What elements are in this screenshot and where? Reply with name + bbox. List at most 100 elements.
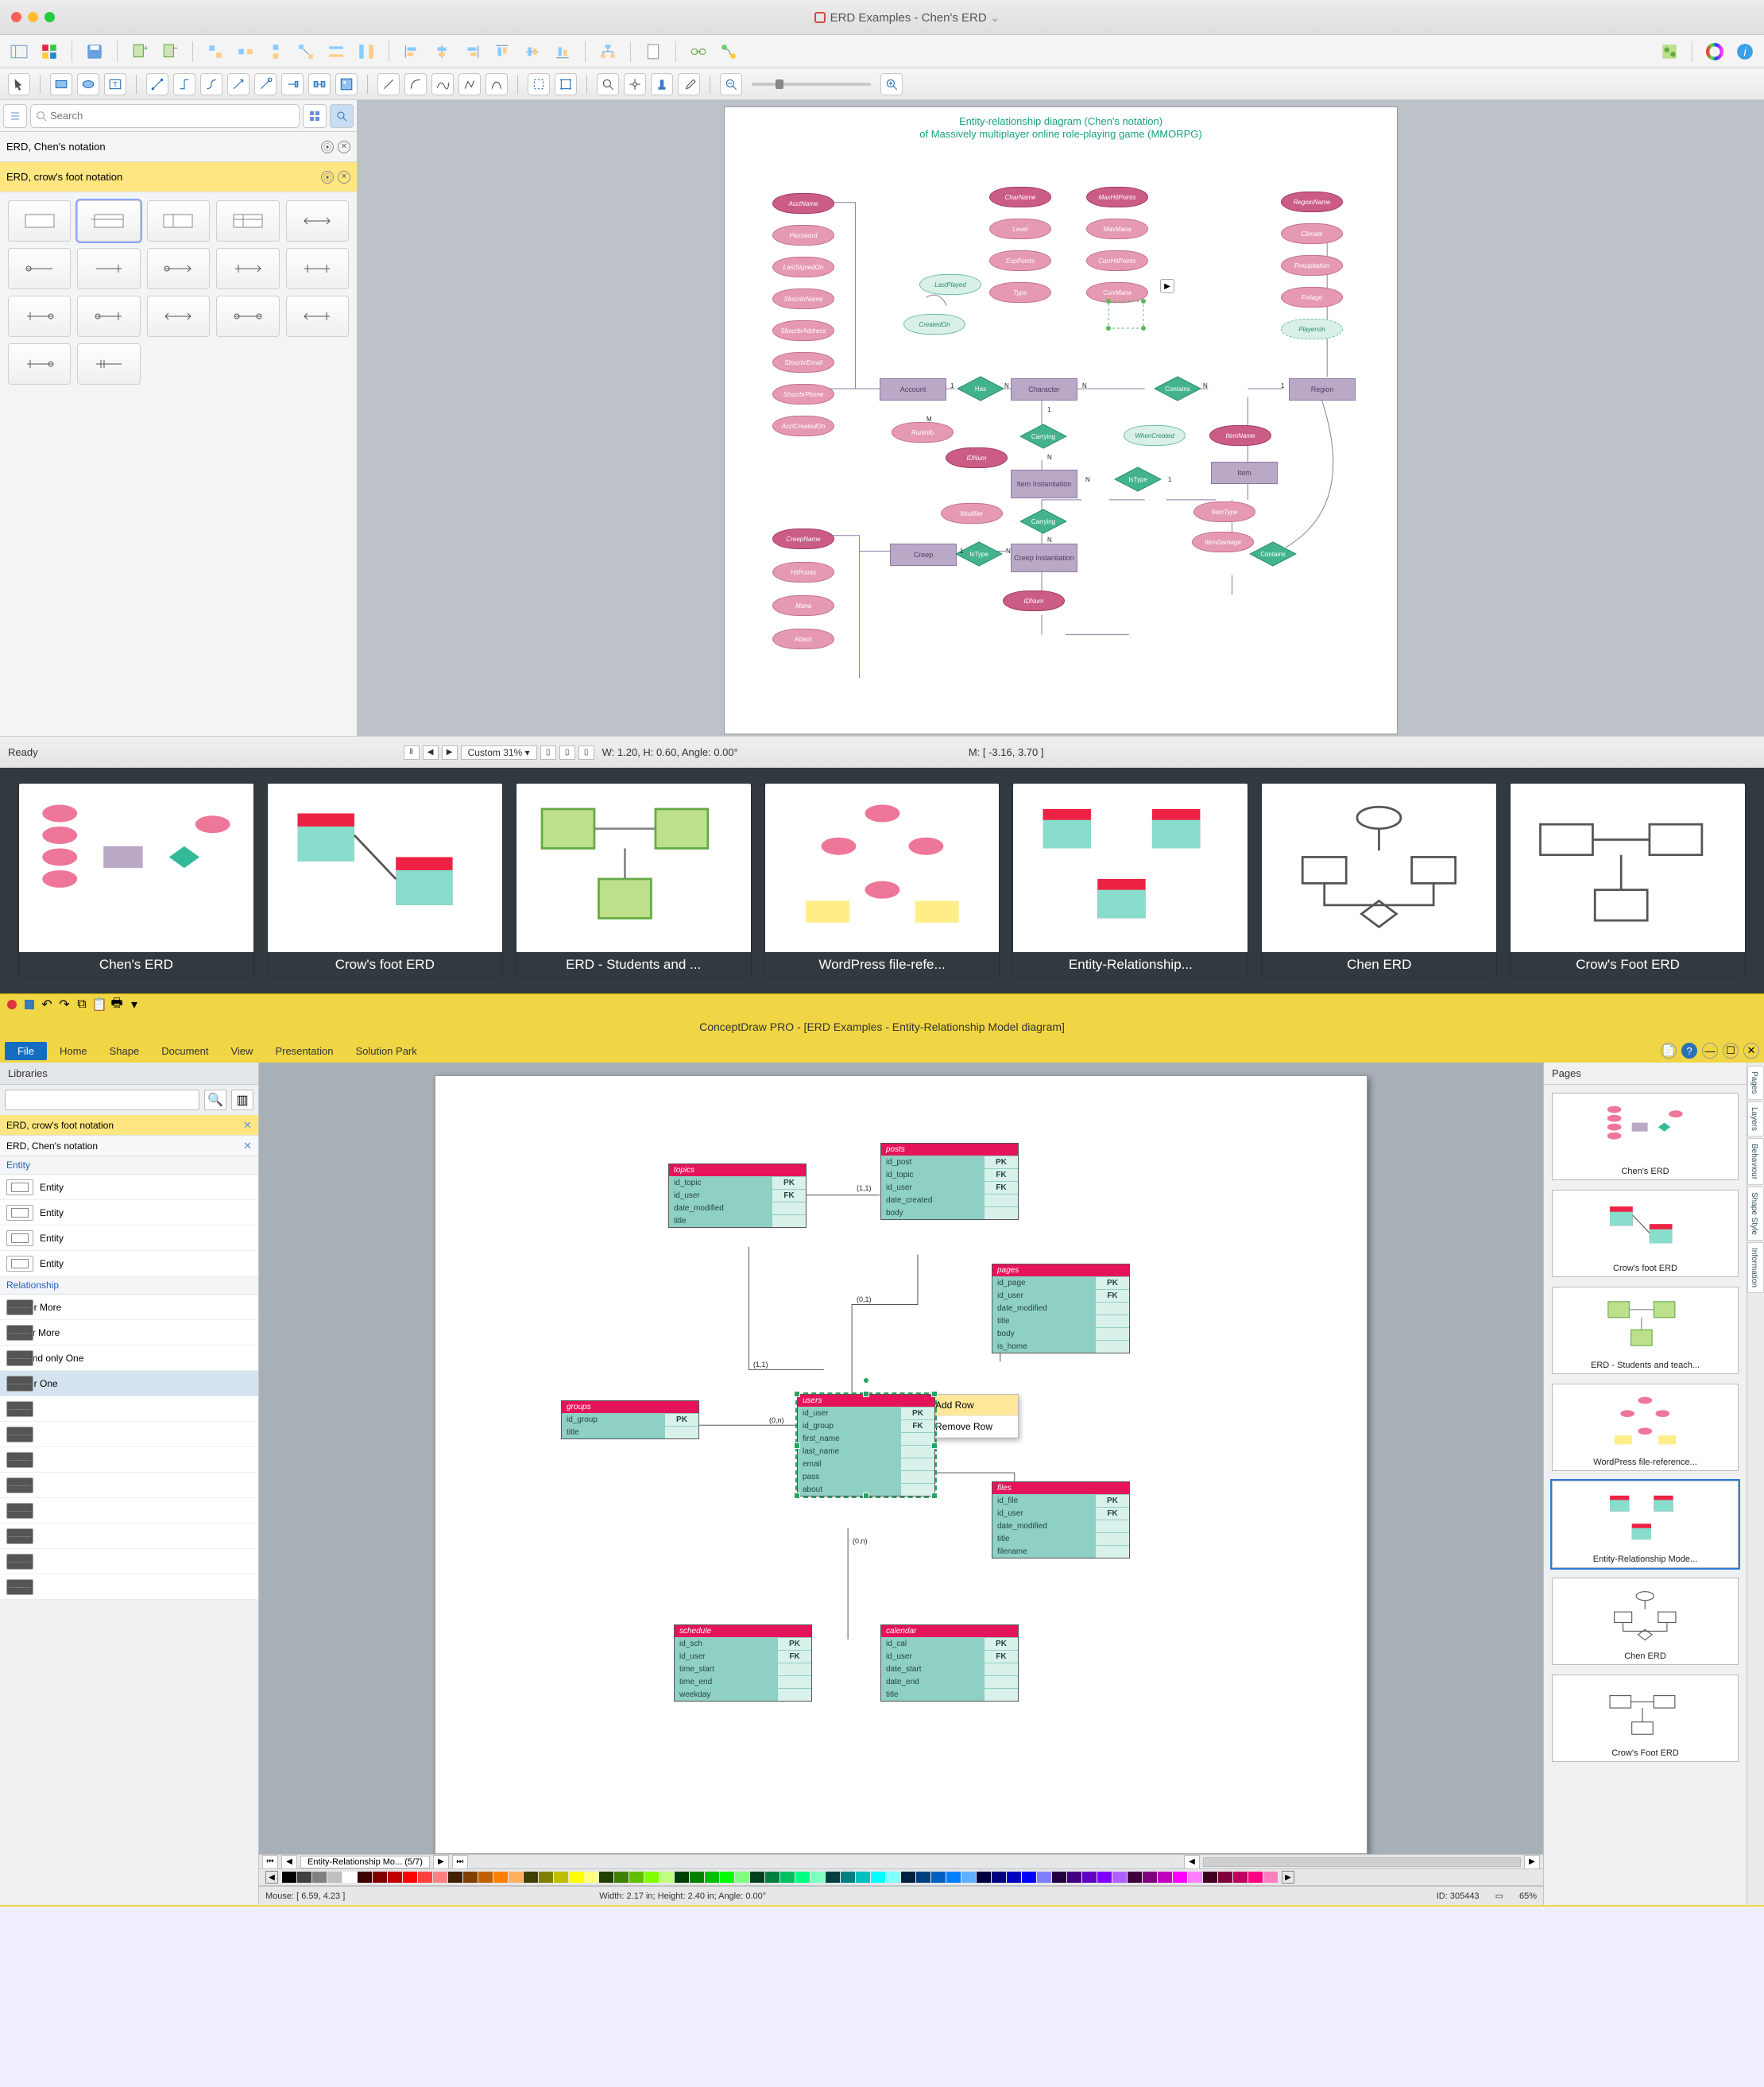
db-table-topics[interactable]: topicsid_topicPKid_userFKdate_modifiedti…: [668, 1164, 807, 1228]
gallery-thumb[interactable]: Chen's ERD: [19, 784, 253, 978]
swatch[interactable]: [478, 1872, 493, 1883]
copy-icon[interactable]: ⧉: [75, 997, 89, 1012]
list-view-icon[interactable]: [3, 104, 27, 128]
fit-3-icon[interactable]: ▯: [578, 745, 594, 760]
swatch[interactable]: [1097, 1872, 1112, 1883]
swatch[interactable]: [448, 1872, 462, 1883]
win-canvas[interactable]: (0,n) (1,1) (0,1) (1,1) (0,n) (0,1) (0,n…: [259, 1063, 1543, 1854]
prev-page-icon[interactable]: ◀: [423, 745, 439, 760]
side-tab[interactable]: Layers: [1747, 1102, 1764, 1136]
side-tab[interactable]: Behaviour: [1747, 1138, 1764, 1185]
swatch[interactable]: [342, 1872, 357, 1883]
action-tag-icon[interactable]: ▶: [1160, 279, 1174, 293]
section-entity[interactable]: Entity: [0, 1156, 258, 1175]
minimize-icon[interactable]: [28, 12, 38, 22]
zoom-icon[interactable]: [597, 73, 619, 95]
shape-stencil[interactable]: [147, 248, 210, 289]
swatch[interactable]: [690, 1872, 704, 1883]
lib-lock-icon[interactable]: ⦿: [321, 171, 334, 184]
lib-item-rel[interactable]: M:M: [0, 1549, 258, 1574]
connector-2-icon[interactable]: [173, 73, 195, 95]
shape-stencil[interactable]: [286, 200, 349, 242]
swatch[interactable]: [856, 1872, 870, 1883]
layout-icon-4[interactable]: [295, 41, 317, 63]
next-page-icon[interactable]: ▶: [442, 745, 458, 760]
save-icon[interactable]: [22, 997, 37, 1012]
swatch[interactable]: [644, 1872, 659, 1883]
tree-icon[interactable]: [597, 41, 619, 63]
search-button-icon[interactable]: [330, 104, 354, 128]
clipart-icon[interactable]: [335, 73, 358, 95]
lib-item-rel[interactable]: M:M: [0, 1524, 258, 1549]
shape-stencil[interactable]: [77, 200, 140, 242]
swatch[interactable]: [1082, 1872, 1097, 1883]
page-thumb[interactable]: Entity-Relationship Mode...: [1552, 1481, 1739, 1568]
zoom-out-icon[interactable]: [720, 73, 742, 95]
connector-7-icon[interactable]: [308, 73, 331, 95]
swatch[interactable]: [403, 1872, 417, 1883]
shape-stencil[interactable]: [8, 248, 71, 289]
swatch[interactable]: [1263, 1872, 1278, 1883]
fit-2-icon[interactable]: ▯: [559, 745, 575, 760]
swatch[interactable]: [1158, 1872, 1172, 1883]
lib-item-rel[interactable]: M:M: [0, 1498, 258, 1524]
page-thumb[interactable]: ERD - Students and teach...: [1552, 1287, 1739, 1374]
link-icon[interactable]: [687, 41, 710, 63]
win-lib-row[interactable]: ERD, Chen's notation✕: [0, 1136, 258, 1156]
pan-icon[interactable]: [624, 73, 646, 95]
swatch[interactable]: [418, 1872, 432, 1883]
shape-stencil[interactable]: [8, 200, 71, 242]
lib-item-rel[interactable]: Zero or One: [0, 1371, 258, 1396]
page-thumb[interactable]: Crow's foot ERD: [1552, 1190, 1739, 1277]
scroll-grip-icon[interactable]: ‖: [404, 745, 420, 760]
lib-close-icon[interactable]: ✕: [338, 141, 350, 153]
gallery-thumb[interactable]: Crow's foot ERD: [268, 784, 502, 978]
page-thumb[interactable]: WordPress file-reference...: [1552, 1384, 1739, 1471]
ctx-remove-row[interactable]: Remove Row: [924, 1416, 1018, 1438]
menu-item[interactable]: Presentation: [264, 1042, 344, 1060]
lib-item-rel[interactable]: 1:1: [0, 1574, 258, 1600]
scroll-right-icon[interactable]: ▶: [1524, 1855, 1540, 1869]
page-tab[interactable]: Entity-Relationship Mo... (5/7): [300, 1856, 430, 1868]
menu-item[interactable]: Home: [48, 1042, 99, 1060]
page-thumb[interactable]: Chen ERD: [1552, 1578, 1739, 1665]
selection-handle[interactable]: [794, 1391, 800, 1397]
db-table-files[interactable]: filesid_filePKid_userFKdate_modifiedtitl…: [992, 1481, 1130, 1558]
swatch[interactable]: [1067, 1872, 1081, 1883]
db-table-calendar[interactable]: calendarid_calPKid_userFKdate_startdate_…: [880, 1624, 1019, 1702]
lib-close-icon[interactable]: ✕: [243, 1140, 252, 1152]
connector-4-icon[interactable]: [227, 73, 250, 95]
menu-item[interactable]: View: [219, 1042, 264, 1060]
swatch[interactable]: [327, 1872, 342, 1883]
swatch[interactable]: [735, 1872, 749, 1883]
lib-close-icon[interactable]: ✕: [338, 171, 350, 184]
page-remove-icon[interactable]: −: [159, 41, 181, 63]
tab-prev-icon[interactable]: ◀: [281, 1855, 297, 1869]
open-lib-icon[interactable]: ▥: [231, 1090, 253, 1110]
ellipse-tool-icon[interactable]: [77, 73, 99, 95]
swatch[interactable]: [524, 1872, 538, 1883]
swatch[interactable]: [539, 1872, 553, 1883]
library-row[interactable]: ERD, crow's foot notation⦿✕: [0, 162, 357, 192]
stamp-icon[interactable]: [651, 73, 673, 95]
swatch[interactable]: [977, 1872, 991, 1883]
swatch[interactable]: [946, 1872, 961, 1883]
lib-item-rel[interactable]: M:1: [0, 1422, 258, 1447]
swatch[interactable]: [901, 1872, 915, 1883]
shape-stencil[interactable]: [147, 200, 210, 242]
arc-tool-icon[interactable]: [404, 73, 427, 95]
lib-item-entity[interactable]: Entity: [0, 1225, 258, 1251]
swatch[interactable]: [1233, 1872, 1248, 1883]
line-tool-icon[interactable]: [377, 73, 400, 95]
qat-dropdown-icon[interactable]: ▾: [127, 997, 141, 1012]
selection-handle[interactable]: [794, 1493, 800, 1499]
mdi-max-icon[interactable]: ☐: [1723, 1043, 1739, 1059]
lib-item-rel[interactable]: M:1: [0, 1396, 258, 1422]
db-table-posts[interactable]: postsid_postPKid_topicFKid_userFKdate_cr…: [880, 1143, 1019, 1220]
tab-next-icon[interactable]: ▶: [433, 1855, 449, 1869]
swatch[interactable]: [826, 1872, 840, 1883]
swatch[interactable]: [1112, 1872, 1127, 1883]
win-lib-row[interactable]: ERD, crow's foot notation✕: [0, 1115, 258, 1136]
menu-item[interactable]: Shape: [99, 1042, 151, 1060]
connector-6-icon[interactable]: [281, 73, 304, 95]
